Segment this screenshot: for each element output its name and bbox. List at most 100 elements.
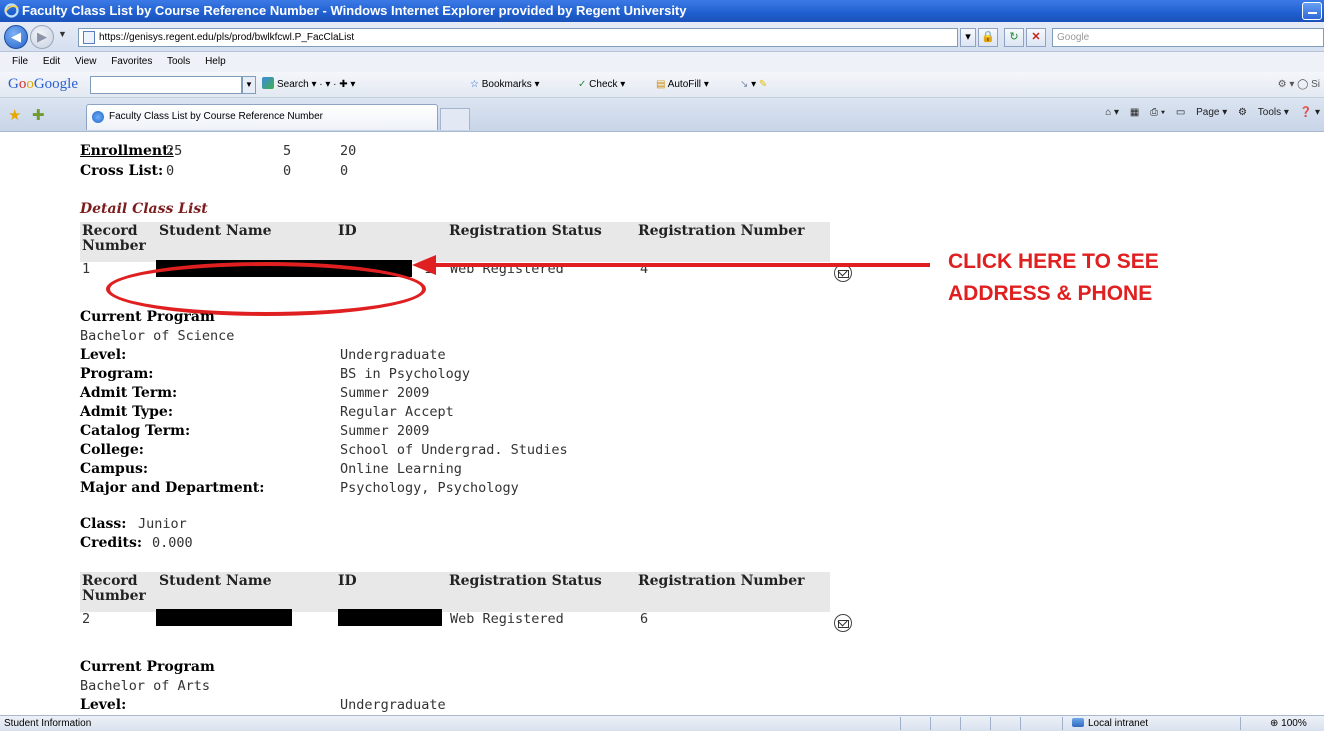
menu-view[interactable]: View <box>75 56 97 67</box>
enrollment-actual: 5 <box>283 143 292 159</box>
toolbar-extra-buttons[interactable]: ↘ ▾ ✎ <box>740 77 767 93</box>
student-1-class-label: Class: <box>80 516 127 532</box>
print-icon[interactable]: ⎙ ▾ <box>1150 107 1165 118</box>
toolbar-search-dropdown-icon[interactable]: ▼ <box>242 76 256 94</box>
student-1-program-label: Program: <box>80 366 154 382</box>
send-to-icon: ↘ <box>740 79 749 90</box>
header-student-name: Student Name <box>159 223 272 239</box>
detail-class-list-heading: Detail Class List <box>80 201 208 217</box>
spellcheck-icon: ✓ <box>578 79 587 90</box>
student-1-college-value: School of Undergrad. Studies <box>340 442 568 458</box>
zoom-level[interactable]: ⊕ 100% <box>1270 716 1307 731</box>
student-1-college-label: College: <box>80 442 144 458</box>
add-favorites-icon[interactable]: ✚ <box>32 106 45 124</box>
student-1-class-value: Junior <box>138 516 187 532</box>
student-1-credits-label: Credits: <box>80 535 143 551</box>
tools-menu[interactable]: ⚙ Tools ▾ <box>1238 107 1289 118</box>
search-icon <box>262 77 274 89</box>
status-divider <box>930 717 931 730</box>
header-student-name: Student Name <box>159 573 272 589</box>
student-1-level-value: Undergraduate <box>340 347 446 363</box>
student-2-email-icon[interactable] <box>834 614 852 632</box>
autofill-button[interactable]: ▤ AutoFill ▾ <box>656 77 709 93</box>
home-icon[interactable]: ⌂ ▾ <box>1105 107 1119 118</box>
header-id: ID <box>338 573 357 589</box>
menu-edit[interactable]: Edit <box>43 56 60 67</box>
student-1-degree: Bachelor of Science <box>80 328 235 344</box>
wrench-icon: ⚙ <box>1277 79 1287 90</box>
highlighter-icon: ✎ <box>758 79 768 90</box>
status-text: Student Information <box>4 718 92 729</box>
window-titlebar: Faculty Class List by Course Reference N… <box>0 0 1324 22</box>
tab-favicon-icon <box>92 111 104 123</box>
lock-icon[interactable]: 🔒 <box>978 28 998 47</box>
annotation-line-2: ADDRESS & PHONE <box>948 282 1153 305</box>
student-2-current-program-heading: Current Program <box>80 659 215 675</box>
url-dropdown-button[interactable]: ▾ <box>960 28 976 47</box>
student-2-level-value: Undergraduate <box>340 697 446 713</box>
header-registration-status: Registration Status <box>449 573 602 589</box>
student-1-credits-value: 0.000 <box>152 535 193 551</box>
header-registration-number: Registration Number <box>638 223 805 239</box>
star-icon: ☆ <box>470 79 479 90</box>
toolbar-search-button[interactable]: Search ▾ · ▾ · ✚ ▾ <box>262 77 355 93</box>
new-tab-button[interactable] <box>440 108 470 130</box>
enrollment-label[interactable]: Enrollment: <box>80 142 174 160</box>
header-number: Number <box>82 588 146 604</box>
annotation-line-1: CLICK HERE TO SEE <box>948 250 1159 273</box>
back-button[interactable]: ◀ <box>4 25 28 49</box>
help-icon[interactable]: ❓ ▾ <box>1300 107 1320 118</box>
stop-button[interactable]: ✕ <box>1026 28 1046 47</box>
feeds-icon[interactable]: ▦ <box>1130 107 1139 118</box>
address-bar: ◀ ▶ ▼ https://genisys.regent.edu/pls/pro… <box>0 22 1324 52</box>
url-input[interactable]: https://genisys.regent.edu/pls/prod/bwlk… <box>78 28 958 47</box>
google-logo-rest: Google <box>33 76 79 92</box>
student-1-catalog-term-value: Summer 2009 <box>340 423 430 439</box>
student-1-admit-term-label: Admit Term: <box>80 385 178 401</box>
menu-bar: File Edit View Favorites Tools Help <box>0 52 1324 72</box>
student-1-admit-term-value: Summer 2009 <box>340 385 430 401</box>
student-1-level-label: Level: <box>80 347 127 363</box>
student-2-reg-number: 6 <box>640 611 649 627</box>
search-input[interactable]: Google <box>1052 28 1324 47</box>
status-divider <box>1240 717 1241 730</box>
student-1-current-program-heading: Current Program <box>80 309 215 325</box>
annotation-arrow-icon <box>412 255 930 275</box>
status-divider <box>1062 717 1063 730</box>
student-2-level-label: Level: <box>80 697 127 713</box>
spell-check-button[interactable]: ✓ Check ▾ <box>578 77 625 93</box>
google-toolbar: GooGoogle ▼ Search ▾ · ▾ · ✚ ▾ ☆ Bookmar… <box>0 72 1324 98</box>
tab-faculty-class-list[interactable]: Faculty Class List by Course Reference N… <box>86 104 438 130</box>
menu-favorites[interactable]: Favorites <box>111 56 152 67</box>
enrollment-total: 25 <box>166 143 183 159</box>
intranet-icon <box>1072 718 1084 727</box>
student-1-major-value: Psychology, Psychology <box>340 480 519 496</box>
recent-pages-dropdown-icon[interactable]: ▼ <box>58 29 67 39</box>
menu-help[interactable]: Help <box>205 56 226 67</box>
bookmarks-button[interactable]: ☆ Bookmarks ▾ <box>470 77 540 93</box>
page-icon <box>83 31 95 44</box>
menu-file[interactable]: File <box>12 56 28 67</box>
student-1-record: 1 <box>82 261 91 277</box>
url-text: https://genisys.regent.edu/pls/prod/bwlk… <box>99 32 355 43</box>
header-registration-number: Registration Number <box>638 573 805 589</box>
student-2-id-redacted <box>338 609 442 626</box>
header-record: Record <box>82 223 138 239</box>
cross-list-remaining: 0 <box>340 163 349 179</box>
favorites-star-icon[interactable]: ★ <box>8 106 21 124</box>
minimize-button[interactable] <box>1302 2 1322 20</box>
refresh-button[interactable]: ↻ <box>1004 28 1024 47</box>
header-id: ID <box>338 223 357 239</box>
student-1-catalog-term-label: Catalog Term: <box>80 423 191 439</box>
autofill-icon: ▤ <box>656 79 666 90</box>
toolbar-signin[interactable]: ⚙ ▾ ◯ Si <box>1278 77 1320 93</box>
table-header-row: Record Number Student Name ID Registrati… <box>80 572 830 612</box>
toolbar-search-input[interactable] <box>90 76 242 94</box>
page-menu[interactable]: ▭ Page ▾ <box>1176 107 1227 118</box>
menu-tools[interactable]: Tools <box>167 56 190 67</box>
student-1-program-value: BS in Psychology <box>340 366 471 382</box>
window-title: Faculty Class List by Course Reference N… <box>22 3 687 18</box>
security-zone[interactable]: Local intranet <box>1072 716 1148 731</box>
forward-button[interactable]: ▶ <box>30 25 54 49</box>
page-viewport: Enrollment: 25 5 20 Cross List: 0 0 0 De… <box>0 132 1324 715</box>
